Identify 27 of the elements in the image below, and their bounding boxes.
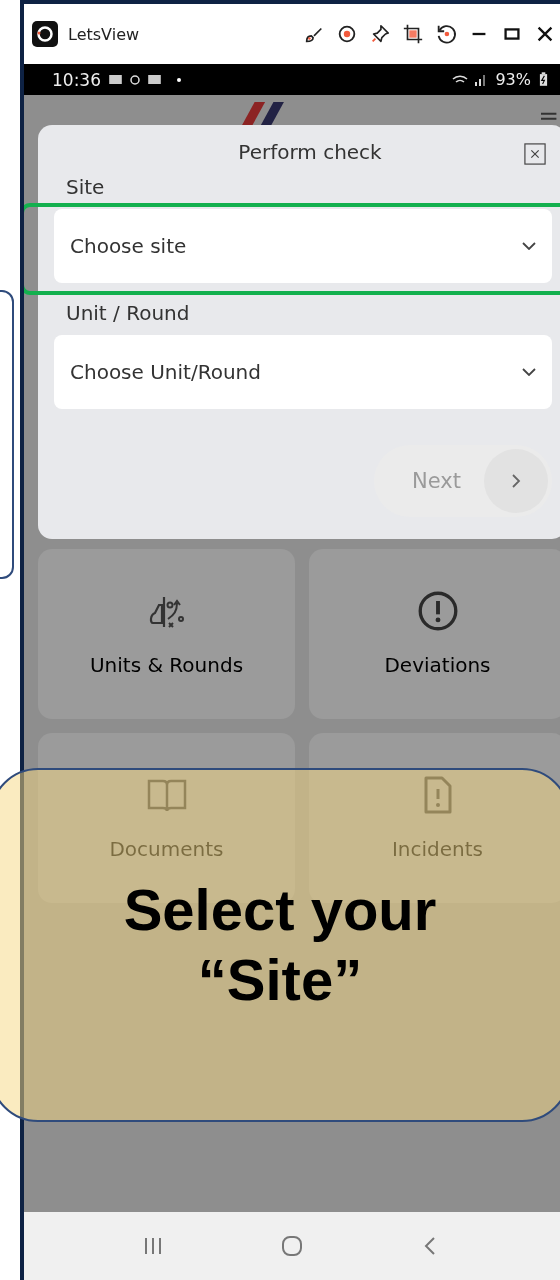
window-title: LetsView [68, 24, 140, 44]
crop-icon[interactable] [402, 23, 424, 45]
chevron-down-icon [522, 368, 536, 376]
sync-icon [130, 74, 140, 85]
signal-icon [451, 72, 488, 87]
battery-charging-icon [539, 72, 548, 87]
battery-level: 93% [495, 70, 531, 89]
dialog-title: Perform check [238, 140, 382, 164]
field-label: Unit / Round [66, 301, 190, 325]
menu-tile[interactable]: Units & Rounds [38, 549, 295, 719]
menu-tile[interactable]: Deviations [309, 549, 560, 719]
dropdown-field[interactable]: Choose site [54, 209, 552, 283]
dropdown-field[interactable]: Choose Unit/Round [54, 335, 552, 409]
app-logo-icon [32, 21, 58, 47]
pin-icon[interactable] [369, 23, 391, 45]
dot-icon [177, 77, 181, 82]
chevron-right-icon [511, 473, 521, 489]
notification-icon [148, 75, 161, 84]
status-time: 10:36 [52, 69, 101, 90]
field-label: Site [66, 175, 105, 199]
chevron-down-icon [522, 242, 536, 250]
exclamation-circle-icon [417, 591, 458, 631]
record-icon[interactable] [336, 23, 358, 45]
home-icon[interactable] [280, 1234, 304, 1258]
rotate-icon[interactable] [435, 23, 457, 45]
notification-icon [109, 75, 122, 84]
close-icon[interactable] [524, 143, 546, 165]
